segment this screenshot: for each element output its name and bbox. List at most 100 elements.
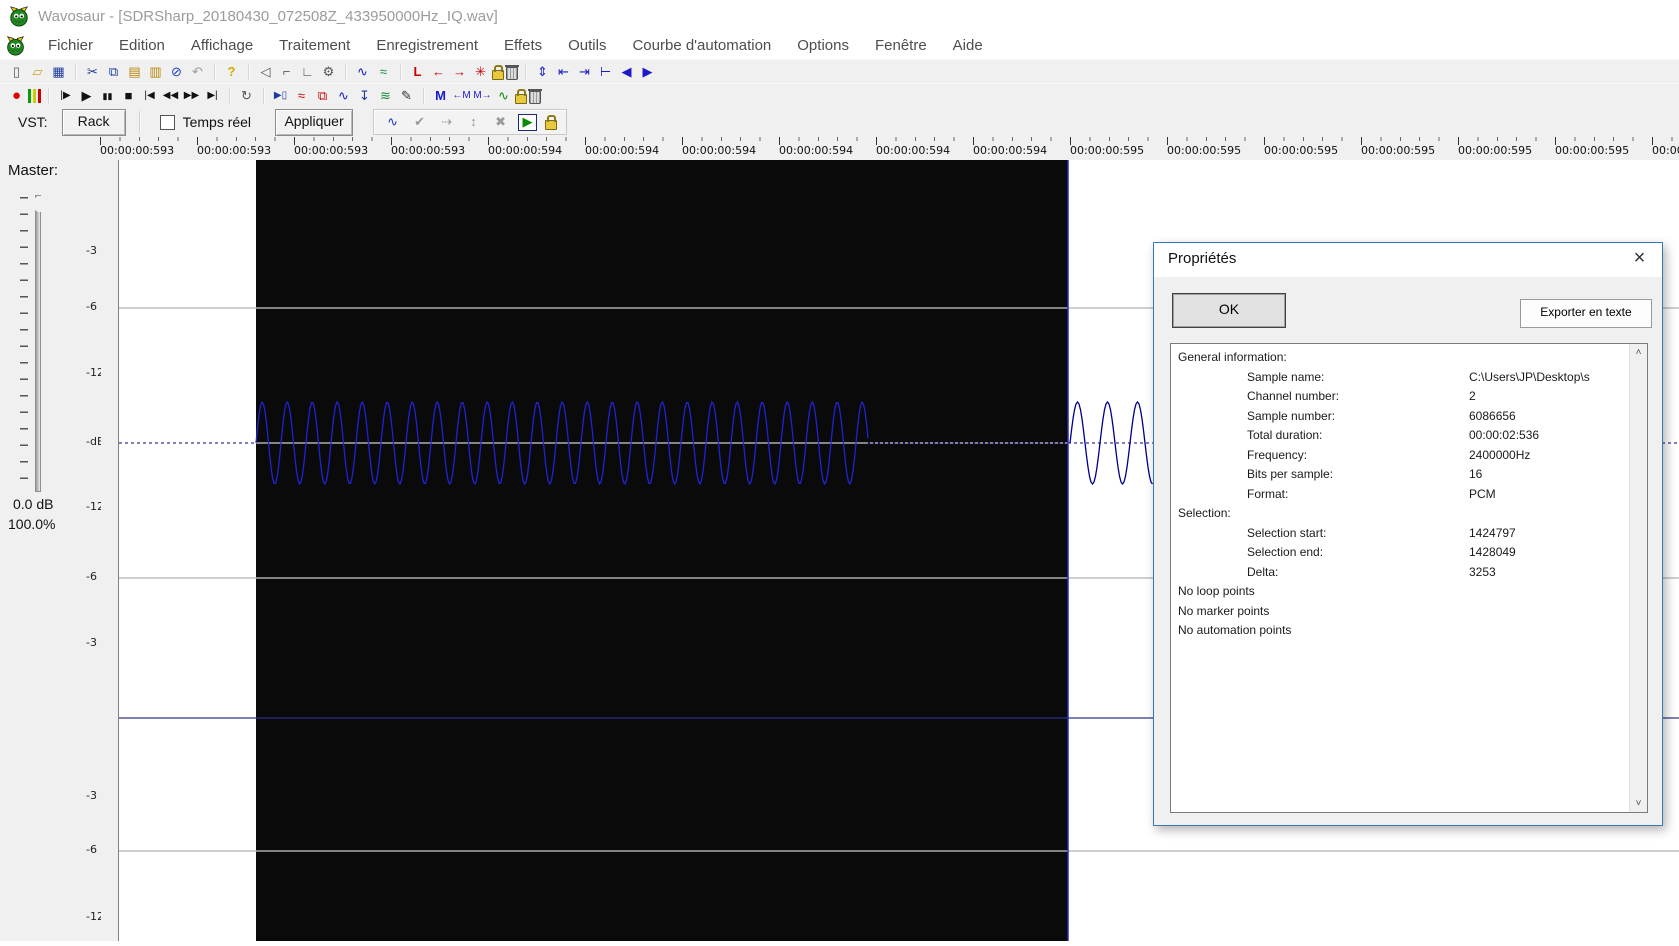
- close-icon[interactable]: ×: [1617, 243, 1662, 275]
- rewind-icon[interactable]: ◀◀: [161, 87, 180, 105]
- fast-forward-icon[interactable]: ▶▶: [182, 87, 201, 105]
- master-panel: Master: 0.0 dB 100.0%: [0, 160, 118, 941]
- scroll-down-icon[interactable]: ˅: [1630, 795, 1647, 812]
- properties-listbox[interactable]: General information: Sample name: C:\Use…: [1170, 343, 1648, 813]
- separator: [134, 111, 146, 133]
- duplicate-icon[interactable]: ⧉: [313, 87, 332, 105]
- menu-item[interactable]: Fichier: [35, 35, 106, 56]
- statistics-icon[interactable]: ≈: [292, 87, 311, 105]
- new-file-icon[interactable]: ▯: [7, 63, 26, 81]
- marker-region-icon[interactable]: ∿: [494, 87, 513, 105]
- previous-marker-icon[interactable]: ←M: [452, 87, 471, 105]
- save-file-icon[interactable]: ▦: [49, 63, 68, 81]
- lock-loop-icon[interactable]: [492, 64, 504, 80]
- document-logo-icon: [6, 36, 25, 56]
- draw-wave-icon[interactable]: ✎: [397, 87, 416, 105]
- next-marker-icon[interactable]: M→: [473, 87, 492, 105]
- next-view-icon[interactable]: ▶: [638, 63, 657, 81]
- play-automation-icon[interactable]: ▶: [518, 113, 538, 131]
- property-label: Selection end:: [1247, 545, 1324, 559]
- insert-file-icon[interactable]: ▶▯: [271, 87, 290, 105]
- menu-item[interactable]: Courbe d'automation: [619, 35, 784, 56]
- property-row: Bits per sample: 16: [1171, 467, 1630, 487]
- property-row: No loop points: [1171, 584, 1630, 604]
- loop-playback-icon[interactable]: ↻: [237, 87, 256, 105]
- go-to-start-icon[interactable]: |◀: [140, 87, 159, 105]
- record-icon[interactable]: ●: [7, 87, 26, 105]
- copy-icon[interactable]: ⧉: [104, 63, 123, 81]
- volume-slider-track[interactable]: [35, 195, 41, 492]
- toolbar-separator: [210, 63, 219, 81]
- toolbar-separator: [396, 63, 405, 81]
- trim-icon[interactable]: ⊘: [167, 63, 186, 81]
- menu-item[interactable]: Edition: [106, 35, 178, 56]
- zoom-fit-icon[interactable]: ⊢: [596, 63, 615, 81]
- menu-item[interactable]: Outils: [555, 35, 619, 56]
- play-from-cursor-icon[interactable]: |▶: [56, 87, 75, 105]
- level-meter-icon[interactable]: [28, 89, 41, 103]
- delete-markers-icon[interactable]: [528, 88, 542, 104]
- delete-loop-icon[interactable]: [505, 64, 519, 80]
- ruler-timestamp: 00:00:00:594: [682, 144, 757, 157]
- zoom-selection-left-icon[interactable]: ⇤: [554, 63, 573, 81]
- vst-label: VST:: [18, 114, 48, 130]
- cut-icon[interactable]: ✂: [83, 63, 102, 81]
- paste-special-icon[interactable]: ▥: [146, 63, 165, 81]
- paste-icon[interactable]: ▤: [125, 63, 144, 81]
- properties-dialog: Propriétés × OK Exporter en texte Genera…: [1153, 242, 1663, 826]
- realtime-checkbox[interactable]: [159, 114, 175, 130]
- waveform-vertical-zoom-icon[interactable]: ∿: [353, 63, 372, 81]
- db-scale-label: -6: [86, 843, 97, 856]
- resample-icon[interactable]: ≋: [376, 87, 395, 105]
- export-text-button[interactable]: Exporter en texte: [1520, 299, 1652, 328]
- loop-point-icon[interactable]: L: [408, 63, 427, 81]
- zoom-vertical-icon[interactable]: ⇕: [533, 63, 552, 81]
- stretch-wave-icon[interactable]: ∿: [334, 87, 353, 105]
- loop-end-icon[interactable]: →: [450, 63, 469, 81]
- move-points-icon[interactable]: ⇢: [437, 113, 456, 131]
- menubar: Fichier Edition Affichage Traitement Enregis…: [0, 32, 1679, 59]
- menu-item[interactable]: Enregistrement: [363, 35, 491, 56]
- apply-curve-icon[interactable]: ✔: [410, 113, 429, 131]
- pause-icon[interactable]: ▮▮: [98, 87, 117, 105]
- menu-item[interactable]: Affichage: [178, 35, 266, 56]
- scroll-up-icon[interactable]: ˄: [1630, 344, 1647, 361]
- listbox-scrollbar[interactable]: ˄ ˅: [1629, 344, 1647, 812]
- property-label: Channel number:: [1247, 389, 1340, 403]
- open-file-icon[interactable]: ▱: [28, 63, 47, 81]
- monitor-speaker-icon[interactable]: ◁: [256, 63, 275, 81]
- settings-wrench-icon[interactable]: ⚙: [319, 63, 338, 81]
- marker-icon[interactable]: M: [431, 87, 450, 105]
- waveform-select-icon[interactable]: ≈: [374, 63, 393, 81]
- menu-item[interactable]: Options: [784, 35, 862, 56]
- scale-points-icon[interactable]: ↕: [464, 113, 483, 131]
- go-to-end-icon[interactable]: ▶|: [203, 87, 222, 105]
- undo-icon[interactable]: ↶: [188, 63, 207, 81]
- connector-icon[interactable]: ⌐: [277, 63, 296, 81]
- routing-icon[interactable]: ∟: [298, 63, 317, 81]
- menu-item[interactable]: Fenêtre: [862, 35, 940, 56]
- previous-view-icon[interactable]: ◀: [617, 63, 636, 81]
- apply-button[interactable]: Appliquer: [275, 108, 354, 136]
- help-icon[interactable]: ?: [222, 63, 241, 81]
- ruler-timestamp: 00:00:00:595: [1555, 144, 1630, 157]
- loop-wave-icon[interactable]: ✳: [471, 63, 490, 81]
- lock-markers-icon[interactable]: [515, 88, 527, 104]
- stop-icon[interactable]: ■: [119, 87, 138, 105]
- lock-automation-icon[interactable]: [545, 114, 558, 130]
- time-ruler[interactable]: 00:00:00:593 00:00:00:593 00:00:00:593 00:0…: [0, 137, 1679, 161]
- rack-button[interactable]: Rack: [61, 108, 126, 136]
- menu-item[interactable]: Effets: [491, 35, 555, 56]
- volume-slider-handle[interactable]: [28, 196, 62, 212]
- zoom-selection-right-icon[interactable]: ⇥: [575, 63, 594, 81]
- menu-item[interactable]: Aide: [940, 35, 996, 56]
- ok-button[interactable]: OK: [1172, 293, 1286, 328]
- dialog-titlebar[interactable]: Propriétés ×: [1154, 243, 1662, 277]
- delete-points-icon[interactable]: ✖: [491, 113, 510, 131]
- automation-curve-icon[interactable]: ∿: [383, 113, 402, 131]
- property-label: Bits per sample:: [1247, 467, 1334, 481]
- insert-silence-icon[interactable]: ↧: [355, 87, 374, 105]
- menu-item[interactable]: Traitement: [266, 35, 363, 56]
- loop-start-icon[interactable]: ←: [429, 63, 448, 81]
- play-icon[interactable]: ▶: [77, 87, 96, 105]
